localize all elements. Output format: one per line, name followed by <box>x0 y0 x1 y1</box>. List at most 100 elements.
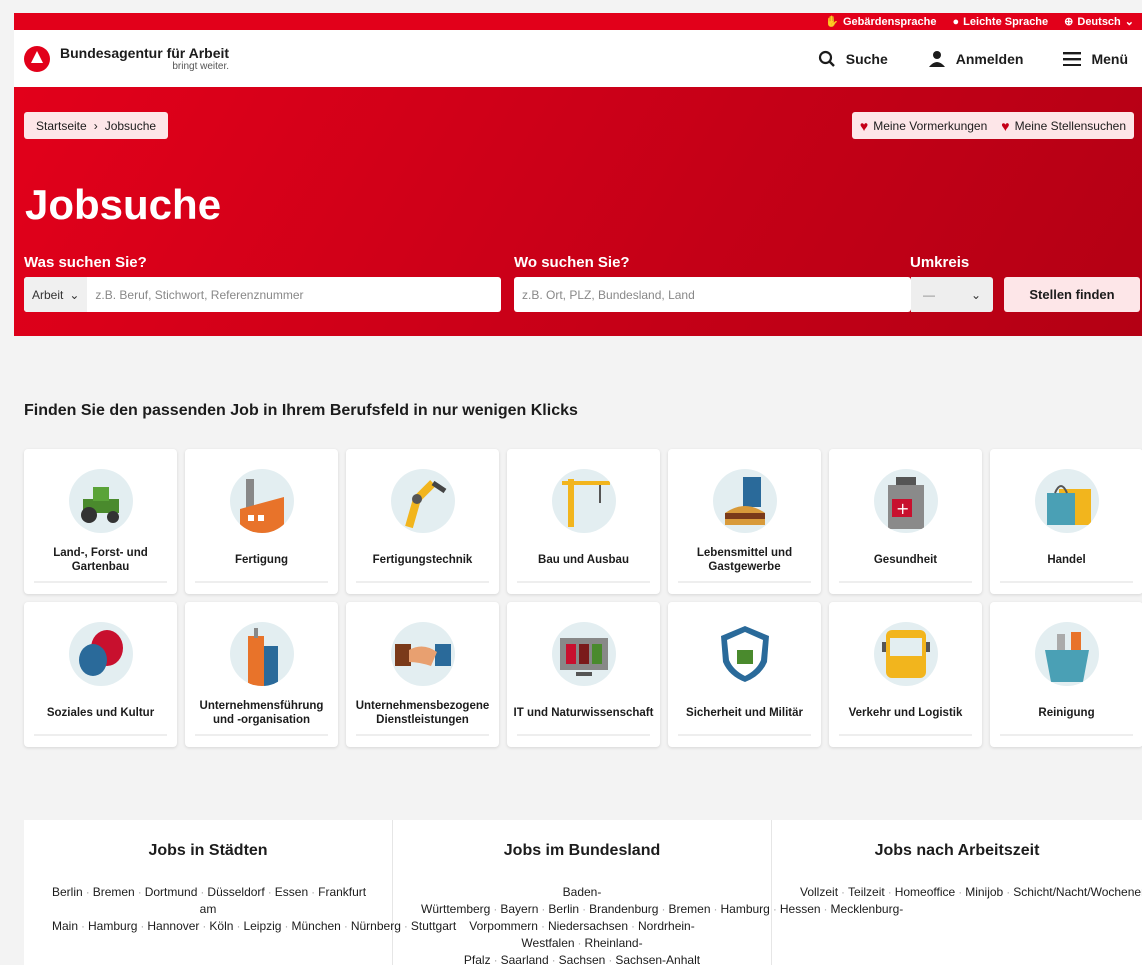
job-link[interactable]: Bayern <box>500 902 538 916</box>
field-card[interactable]: Fertigung <box>185 449 338 594</box>
job-link[interactable]: München <box>291 919 340 933</box>
job-link[interactable]: Berlin <box>52 885 83 899</box>
separator-dot: · <box>958 885 963 899</box>
field-card[interactable]: Lebensmittel und Gastgewerbe <box>668 449 821 594</box>
separator-dot: · <box>200 885 205 899</box>
job-links-section: Jobs in Städten Berlin · Bremen · Dortmund · D… <box>24 820 1142 965</box>
job-link[interactable]: Sachsen-Anhalt <box>615 953 700 965</box>
globe-icon: ⊕ <box>1064 16 1074 28</box>
field-card[interactable]: Unternehmensbezogene Dienstleistungen <box>346 602 499 747</box>
breadcrumb-home[interactable]: Startseite <box>36 119 87 133</box>
user-icon <box>928 50 945 67</box>
job-link[interactable]: Homeoffice <box>895 885 955 899</box>
job-link[interactable]: Köln <box>209 919 233 933</box>
radius-label: Umkreis <box>910 254 970 271</box>
job-link[interactable]: Essen <box>275 885 308 899</box>
separator-dot: · <box>284 919 289 933</box>
brand-name: Bundesagentur für Arbeit <box>60 44 230 61</box>
worktime-column: Jobs nach Arbeitszeit Vollzeit · Teilzeit ·… <box>772 820 1142 965</box>
handshake-icon <box>390 622 455 686</box>
saved-searches-link[interactable]: ♥ Meine Stellensuchen <box>1001 118 1126 134</box>
job-link[interactable]: Niedersachsen <box>548 919 628 933</box>
utility-bar: ✋ Gebärdensprache ● Leichte Sprache ⊕ Deuts… <box>14 13 1142 30</box>
what-input[interactable]: z.B. Beruf, Stichwort, Referenznummer <box>87 288 303 302</box>
field-card[interactable]: Handel <box>990 449 1142 594</box>
robot-arm-icon <box>390 469 455 533</box>
hand-icon: ✋ <box>825 16 839 28</box>
field-card[interactable]: Verkehr und Logistik <box>829 602 982 747</box>
separator-dot: · <box>608 953 613 965</box>
factory-icon <box>229 469 294 533</box>
field-card[interactable]: + Gesundheit <box>829 449 982 594</box>
field-card[interactable]: Sicherheit und Militär <box>668 602 821 747</box>
job-link[interactable]: Bremen <box>668 902 710 916</box>
menu-button[interactable]: Menü <box>1063 51 1128 67</box>
chevron-down-icon: ⌄ <box>970 287 981 302</box>
what-field[interactable]: Arbeit ⌄ z.B. Beruf, Stichwort, Referenzn… <box>24 277 501 312</box>
job-link[interactable]: Hamburg <box>721 902 770 916</box>
separator-dot: · <box>551 953 556 965</box>
separator-dot: · <box>493 902 498 916</box>
sign-language-link[interactable]: ✋ Gebärdensprache <box>825 15 936 29</box>
tractor-icon <box>68 469 133 533</box>
job-link[interactable]: Dortmund <box>145 885 198 899</box>
separator-dot: · <box>887 885 892 899</box>
separator-dot: · <box>1006 885 1011 899</box>
separator-dot: · <box>236 919 241 933</box>
states-column: Jobs im Bundesland Baden-Württemberg · Bay… <box>393 820 903 965</box>
search-icon <box>818 50 835 67</box>
brand-tagline: bringt weiter. <box>172 60 230 72</box>
breadcrumb: Startseite › Jobsuche <box>24 112 169 139</box>
job-link[interactable]: Berlin <box>548 902 579 916</box>
occupation-grid: Land-, Forst- und Gartenbau Fertigung Fe… <box>24 449 1142 747</box>
type-select[interactable]: Arbeit ⌄ <box>24 277 88 312</box>
job-link[interactable]: Vollzeit <box>800 885 838 899</box>
field-card[interactable]: Bau und Ausbau <box>507 449 660 594</box>
medicine-icon: + <box>873 469 938 533</box>
field-card[interactable]: Land-, Forst- und Gartenbau <box>24 449 177 594</box>
separator-dot: · <box>81 919 86 933</box>
cleaning-bucket-icon <box>1034 622 1099 686</box>
find-jobs-button[interactable]: Stellen finden <box>1004 277 1140 312</box>
site-header: Bundesagentur für Arbeit bringt weiter. … <box>14 30 1142 87</box>
search-button[interactable]: Suche <box>818 50 888 68</box>
job-link[interactable]: Minijob <box>965 885 1003 899</box>
job-link[interactable]: Schicht/Nacht/Wochenende <box>1013 885 1142 899</box>
field-card[interactable]: IT und Naturwissenschaft <box>507 602 660 747</box>
language-switcher[interactable]: ⊕ Deutsch ⌄ <box>1064 15 1134 29</box>
job-link[interactable]: Brandenburg <box>589 902 658 916</box>
login-button[interactable]: Anmelden <box>928 50 1023 68</box>
field-card[interactable]: Reinigung <box>990 602 1142 747</box>
separator-dot: · <box>343 919 348 933</box>
breadcrumb-current: Jobsuche <box>104 118 157 133</box>
job-link[interactable]: Leipzig <box>243 919 281 933</box>
shield-lock-icon <box>712 622 777 686</box>
separator-dot: · <box>582 902 587 916</box>
job-link[interactable]: Bremen <box>93 885 135 899</box>
field-card[interactable]: Fertigungstechnik <box>346 449 499 594</box>
field-card[interactable]: Unternehmensführung und -organisation <box>185 602 338 747</box>
worktime-heading: Jobs nach Arbeitszeit <box>874 842 1040 859</box>
hamburger-icon <box>1063 51 1082 66</box>
radius-select[interactable]: — ⌄ <box>911 277 993 312</box>
job-link[interactable]: Saarland <box>501 953 549 965</box>
job-link[interactable]: Teilzeit <box>848 885 885 899</box>
separator-dot: · <box>267 885 272 899</box>
brand-logo[interactable]: Bundesagentur für Arbeit bringt weiter. <box>24 44 230 72</box>
cities-column: Jobs in Städten Berlin · Bremen · Dortmund · D… <box>24 820 456 965</box>
job-link[interactable]: Sachsen <box>559 953 606 965</box>
job-link[interactable]: Düsseldorf <box>207 885 264 899</box>
monitor-icon <box>551 622 616 686</box>
where-input[interactable]: z.B. Ort, PLZ, Bundesland, Land <box>514 277 911 312</box>
job-link[interactable]: Hamburg <box>88 919 137 933</box>
separator-dot: · <box>541 902 546 916</box>
heart-icon: ♥ <box>859 117 869 134</box>
what-label: Was suchen Sie? <box>24 254 147 271</box>
job-link[interactable]: Hannover <box>147 919 199 933</box>
separator-dot: · <box>631 919 636 933</box>
field-card[interactable]: Soziales und Kultur <box>24 602 177 747</box>
separator-dot: · <box>85 885 90 899</box>
separator-dot: · <box>841 885 846 899</box>
easy-language-link[interactable]: ● Leichte Sprache <box>953 16 1049 28</box>
bookmarks-link[interactable]: ♥ Meine Vormerkungen <box>860 118 987 134</box>
